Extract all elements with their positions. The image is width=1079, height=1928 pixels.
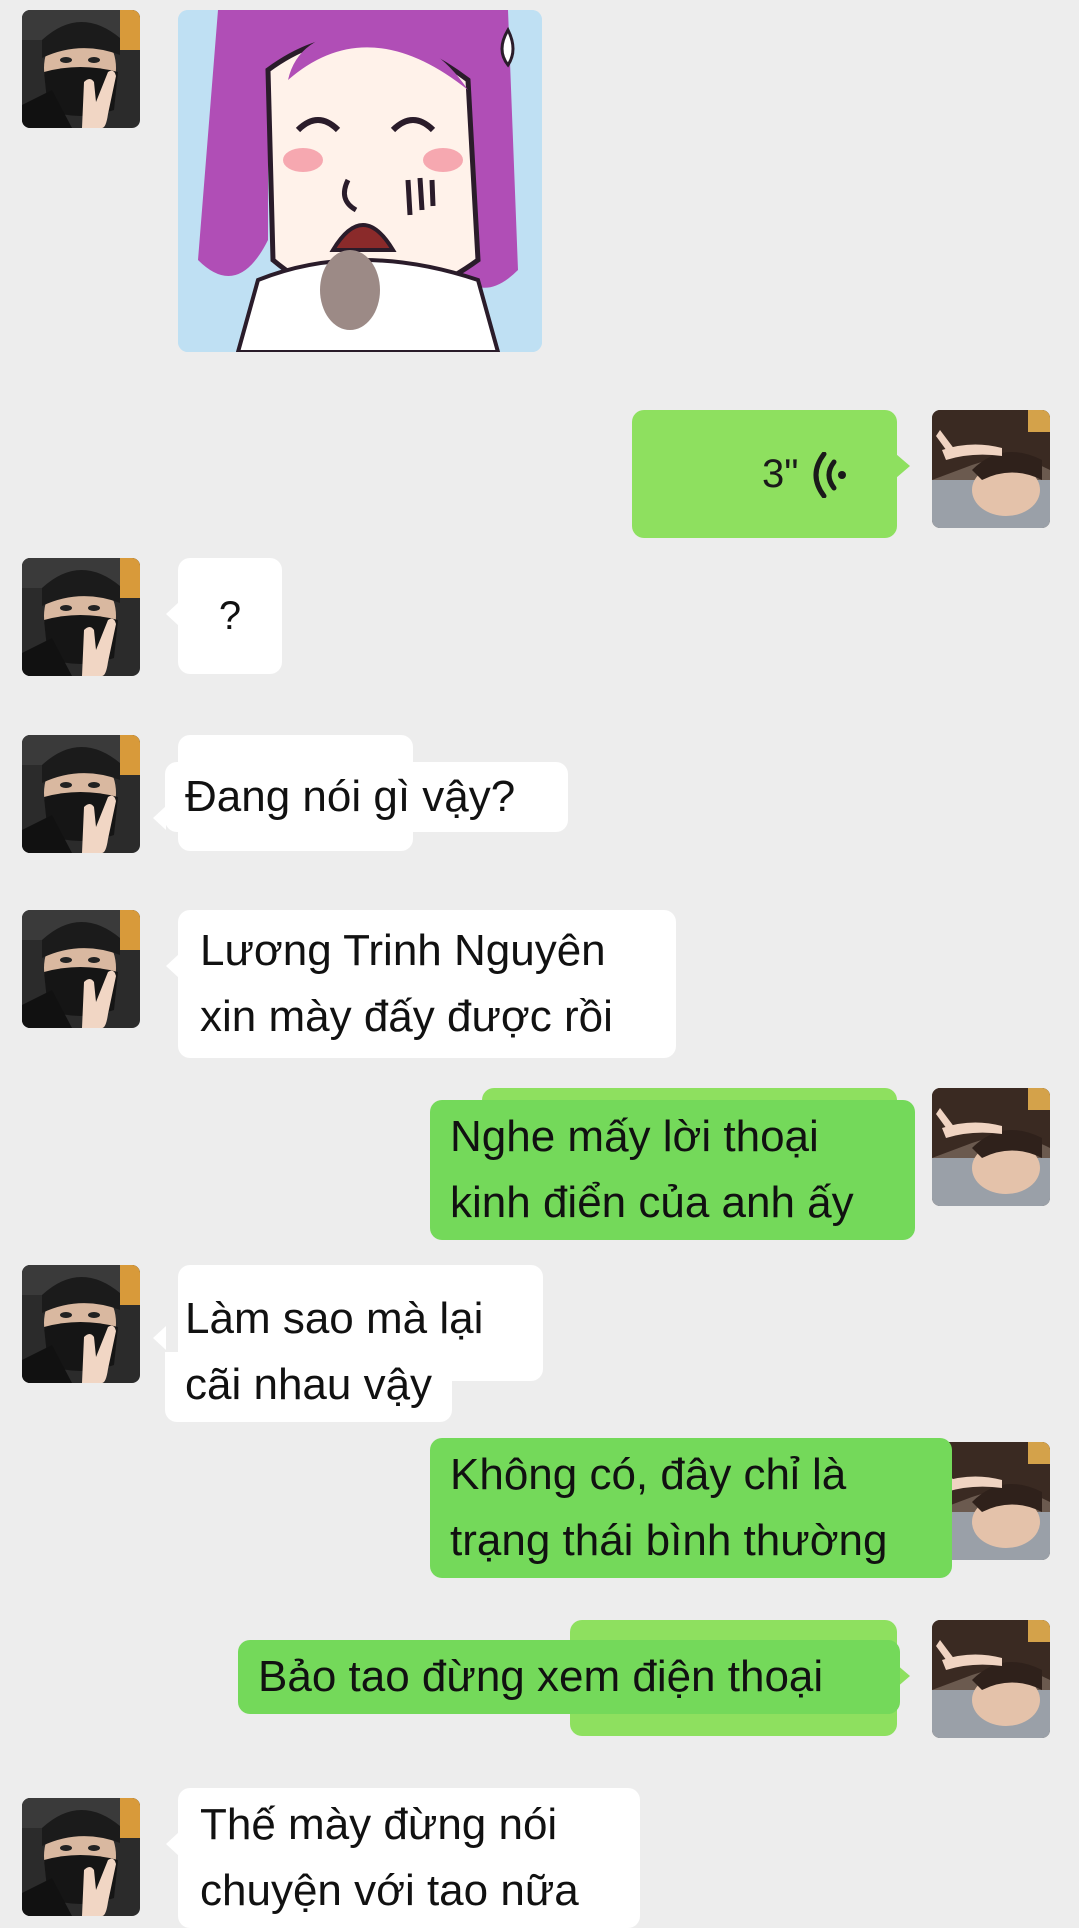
self-avatar[interactable] <box>932 1088 1050 1206</box>
message-text-line: trạng thái bình thường <box>450 1516 888 1565</box>
incoming-message[interactable]: Lương Trinh Nguyên xin mày đấy được rồi <box>166 910 676 1058</box>
contact-avatar[interactable] <box>22 10 140 128</box>
peace-sign-person-avatar-icon <box>932 410 1050 528</box>
contact-avatar[interactable] <box>22 1798 140 1916</box>
peace-sign-person-avatar-icon <box>932 1620 1050 1738</box>
sticker-message[interactable] <box>178 10 542 352</box>
outgoing-message[interactable]: Không có, đây chỉ là trạng thái bình thư… <box>430 1438 952 1578</box>
outgoing-message[interactable]: Nghe mấy lời thoại kinh điển của anh ấy <box>430 1100 915 1240</box>
contact-avatar[interactable] <box>22 910 140 1028</box>
contact-avatar[interactable] <box>22 1265 140 1383</box>
masked-person-avatar-icon <box>22 10 140 128</box>
purple-hair-girl-sticker-icon <box>178 10 542 352</box>
masked-person-avatar-icon <box>22 1265 140 1383</box>
incoming-message[interactable]: Đang nói gì vậy? <box>153 762 568 832</box>
peace-sign-person-avatar-icon <box>932 1088 1050 1206</box>
message-text-line: Thế mày đừng nói <box>200 1800 558 1849</box>
message-text: Bảo tao đừng xem điện thoại <box>258 1652 824 1701</box>
masked-person-avatar-icon <box>22 910 140 1028</box>
voice-message[interactable]: 3" <box>632 410 910 538</box>
voice-wave-icon <box>813 452 846 498</box>
masked-person-avatar-icon <box>22 735 140 853</box>
masked-person-avatar-icon <box>22 1798 140 1916</box>
self-avatar[interactable] <box>932 410 1050 528</box>
masked-person-avatar-icon <box>22 558 140 676</box>
message-text: Đang nói gì vậy? <box>185 772 516 821</box>
incoming-message[interactable]: Thế mày đừng nói chuyện với tao nữa <box>166 1788 640 1928</box>
contact-avatar[interactable] <box>22 558 140 676</box>
message-text-line: kinh điển của anh ấy <box>450 1178 854 1227</box>
message-text-line: Không có, đây chỉ là <box>450 1450 847 1499</box>
message-text-line: cãi nhau vậy <box>165 1352 453 1422</box>
message-text-line: Làm sao mà lại <box>185 1294 484 1343</box>
contact-avatar[interactable] <box>22 735 140 853</box>
outgoing-message[interactable]: Bảo tao đừng xem điện thoại <box>238 1640 900 1714</box>
incoming-message[interactable]: ? <box>166 558 282 674</box>
voice-duration: 3" <box>762 452 799 496</box>
message-text-line: xin mày đấy được rồi <box>200 992 613 1041</box>
message-text-line: Lương Trinh Nguyên <box>200 926 606 975</box>
message-text: ? <box>218 594 242 638</box>
self-avatar[interactable] <box>932 1620 1050 1738</box>
message-text-line: chuyện với tao nữa <box>200 1866 579 1915</box>
incoming-message[interactable]: Làm sao mà lại cãi nhau vậy <box>153 1282 484 1422</box>
message-text-line: Nghe mấy lời thoại <box>450 1112 819 1161</box>
